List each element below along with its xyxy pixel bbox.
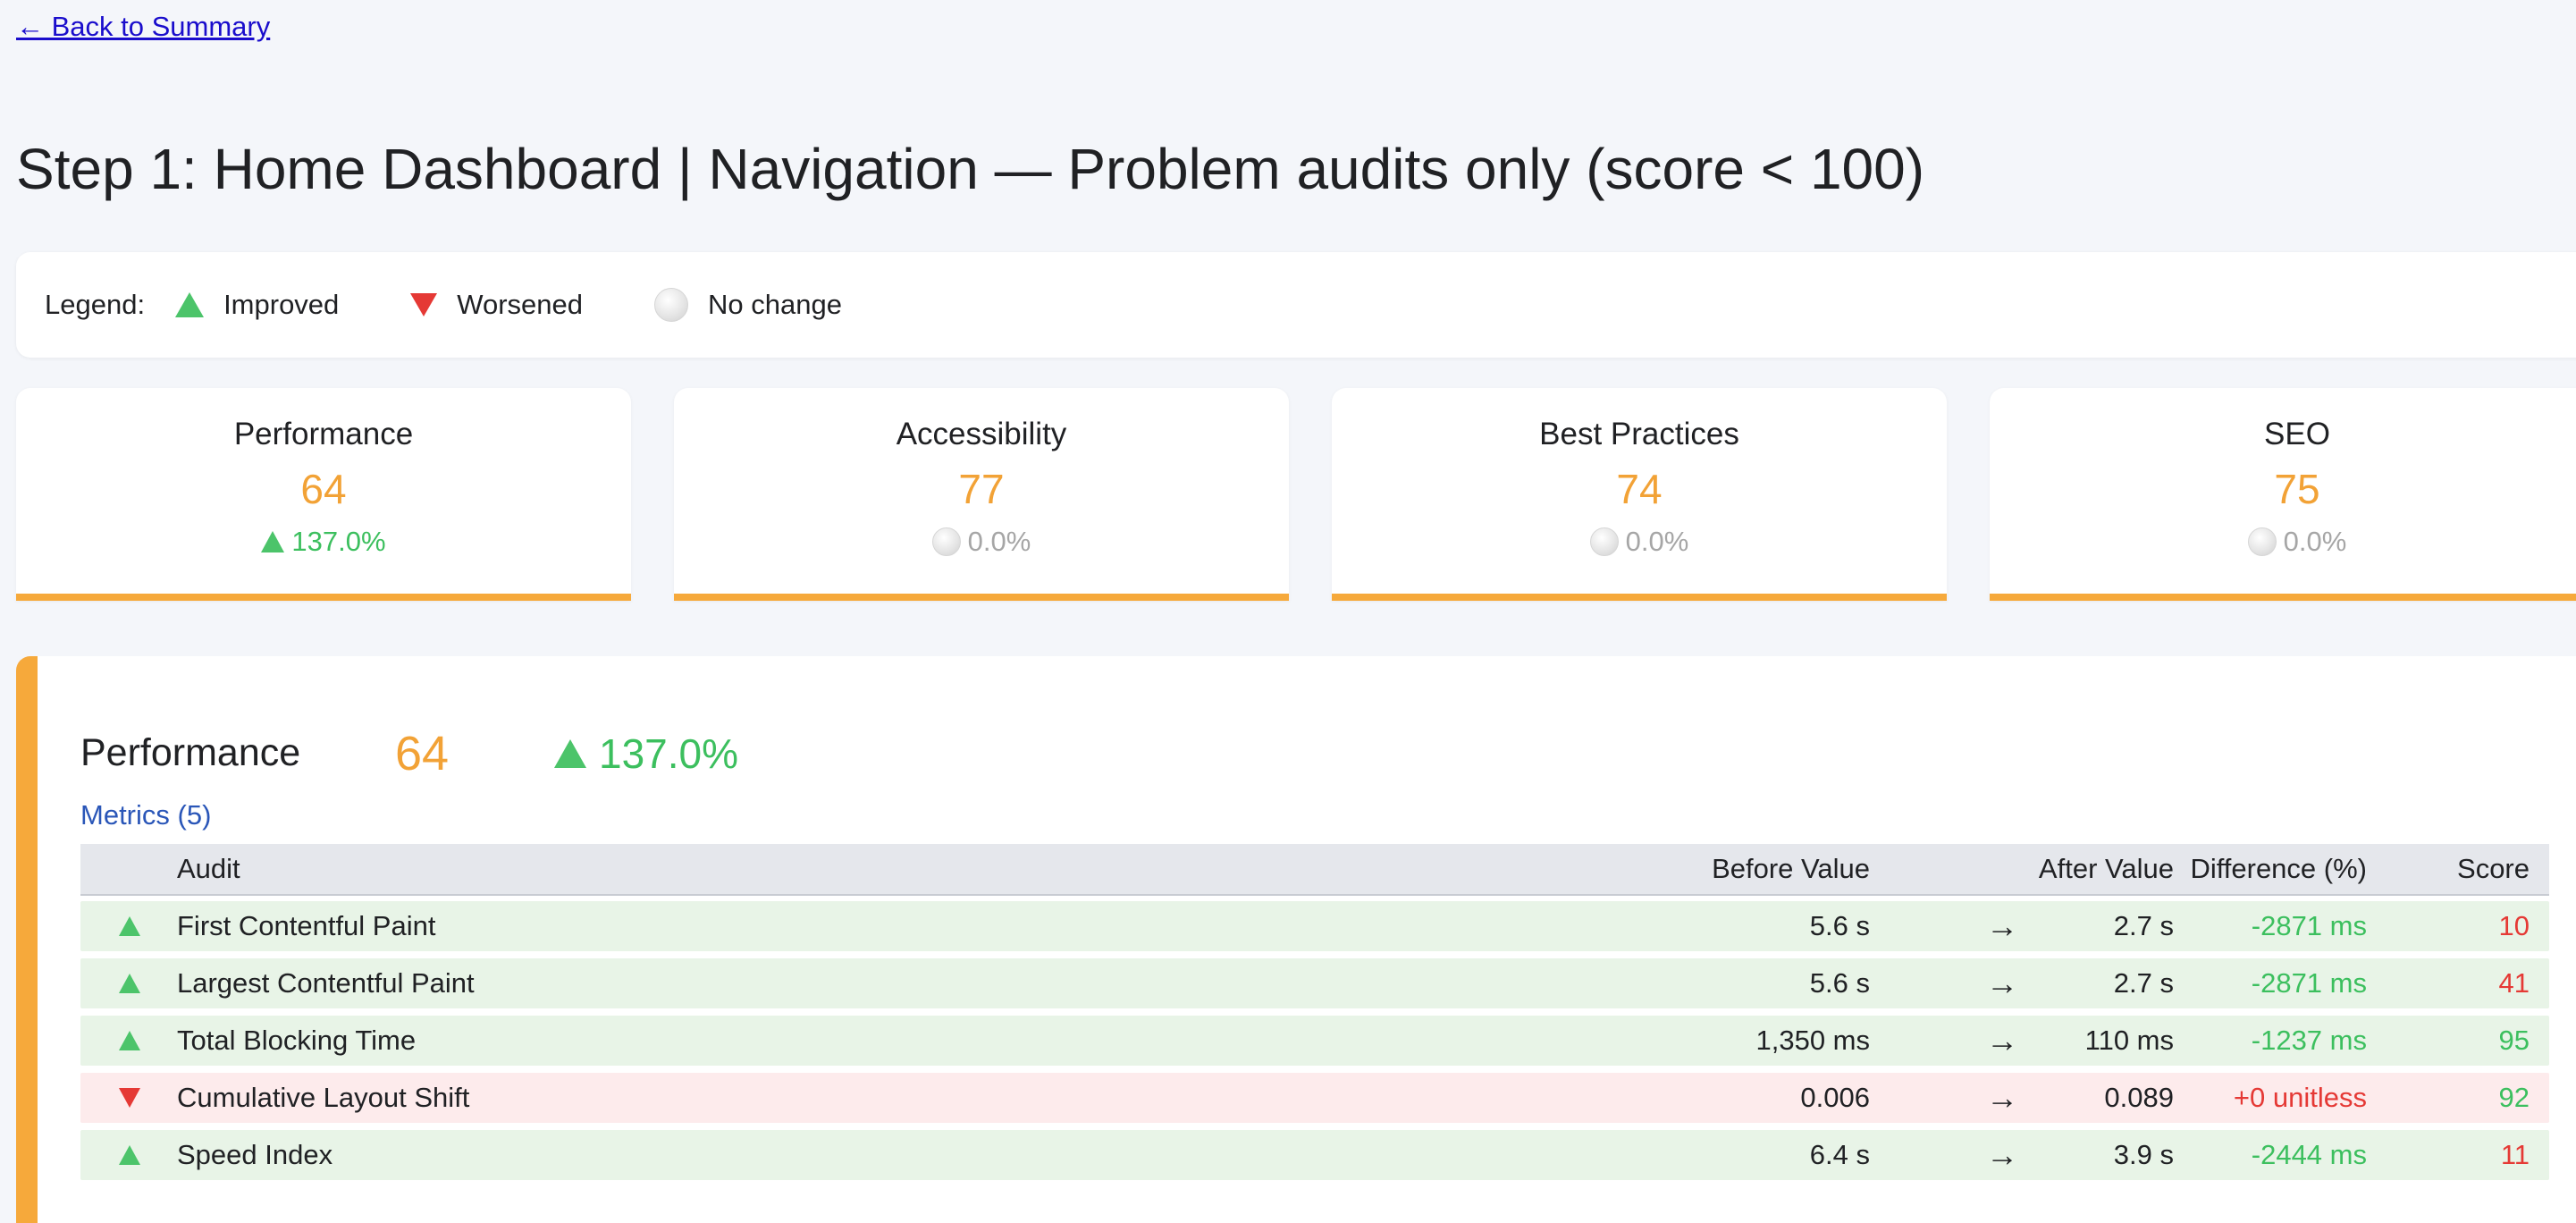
audit-name: First Contentful Paint <box>177 910 436 941</box>
score-value: 92 <box>2498 1082 2530 1113</box>
trend-indicator <box>116 1016 143 1066</box>
table-row[interactable]: Cumulative Layout Shift 0.006 → 0.089 +0… <box>80 1073 2549 1123</box>
legend-improved-label: Improved <box>223 289 340 320</box>
after-value: 3.9 s <box>2113 1139 2174 1170</box>
score-value: 11 <box>2500 1139 2530 1170</box>
right-arrow-icon: → <box>1986 907 2018 944</box>
card-name: SEO <box>2264 417 2330 451</box>
legend-worsened-label: Worsened <box>457 289 584 320</box>
table-row[interactable]: Total Blocking Time 1,350 ms → 110 ms -1… <box>80 1016 2549 1066</box>
audit-name: Total Blocking Time <box>177 1025 417 1056</box>
right-arrow-icon: → <box>1986 965 2018 1001</box>
improved-triangle-icon <box>554 739 586 768</box>
card-name: Performance <box>233 417 414 451</box>
card-seo[interactable]: SEO 75 0.0% <box>1990 388 2576 601</box>
performance-section: Performance 64 137.0% Metrics (5) Audit … <box>16 656 2576 1223</box>
table-row[interactable]: First Contentful Paint 5.6 s → 2.7 s -28… <box>80 901 2549 951</box>
legend-panel: Legend: Improved Worsened No change <box>16 252 2576 358</box>
page-title: Step 1: Home Dashboard | Navigation — Pr… <box>16 137 1925 201</box>
after-value: 2.7 s <box>2113 910 2174 941</box>
metrics-group-label[interactable]: Metrics (5) <box>80 799 211 831</box>
legend-label: Legend: <box>45 289 146 320</box>
category-cards: Performance 64 137.0% Accessibility 77 0… <box>16 388 2576 601</box>
after-value: 0.089 <box>2104 1082 2174 1113</box>
difference-value: -1237 ms <box>2251 1025 2367 1056</box>
column-header-before[interactable]: Before Value <box>1712 844 1870 894</box>
no-change-circle-icon <box>2247 527 2277 556</box>
card-name: Best Practices <box>1539 417 1739 451</box>
legend-item-no-change: No change <box>654 288 842 322</box>
card-best-practices[interactable]: Best Practices 74 0.0% <box>1332 388 1947 601</box>
audit-name: Largest Contentful Paint <box>177 967 475 999</box>
card-change: 0.0% <box>1990 526 2576 558</box>
before-value: 0.006 <box>1800 1082 1870 1113</box>
card-name: Accessibility <box>896 417 1067 451</box>
card-change-value: 137.0% <box>291 526 386 557</box>
card-change-value: 0.0% <box>1625 526 1689 557</box>
improved-triangle-icon <box>119 916 140 936</box>
legend-item-worsened: Worsened <box>410 289 583 321</box>
card-change-value: 0.0% <box>2283 526 2347 557</box>
legend-no-change-label: No change <box>708 289 842 320</box>
card-change-value: 0.0% <box>967 526 1031 557</box>
trend-indicator <box>116 1130 143 1180</box>
card-performance[interactable]: Performance 64 137.0% <box>16 388 631 601</box>
right-arrow-icon: → <box>1986 1136 2018 1173</box>
no-change-circle-icon <box>1589 527 1619 556</box>
section-change-value: 137.0% <box>599 730 739 777</box>
back-to-summary-link[interactable]: ← Back to Summary <box>16 11 270 43</box>
before-value: 1,350 ms <box>1755 1025 1870 1056</box>
column-header-after[interactable]: After Value <box>2039 844 2174 894</box>
difference-value: -2871 ms <box>2251 967 2367 999</box>
improved-triangle-icon <box>119 974 140 993</box>
section-title: Performance <box>80 731 301 774</box>
card-score: 74 <box>1616 466 1663 512</box>
improved-triangle-icon <box>119 1145 140 1165</box>
before-value: 6.4 s <box>1809 1139 1870 1170</box>
improved-triangle-icon <box>261 531 285 552</box>
score-value: 10 <box>2498 910 2530 941</box>
card-score: 77 <box>958 466 1005 512</box>
score-value: 41 <box>2498 967 2530 999</box>
after-value: 110 ms <box>2084 1025 2174 1056</box>
report-page: ← Back to Summary Step 1: Home Dashboard… <box>0 0 2576 1223</box>
score-value: 95 <box>2498 1025 2530 1056</box>
table-row[interactable]: Speed Index 6.4 s → 3.9 s -2444 ms 11 <box>80 1130 2549 1180</box>
section-change: 137.0% <box>554 730 738 778</box>
table-row[interactable]: Largest Contentful Paint 5.6 s → 2.7 s -… <box>80 958 2549 1008</box>
improved-triangle-icon <box>175 292 205 317</box>
column-header-audit[interactable]: Audit <box>177 844 240 894</box>
no-change-circle-icon <box>931 527 961 556</box>
legend-item-improved: Improved <box>175 289 339 321</box>
worsened-triangle-icon <box>410 293 438 316</box>
trend-indicator <box>116 958 143 1008</box>
difference-value: +0 unitless <box>2233 1082 2367 1113</box>
section-header: Performance 64 137.0% <box>80 724 1153 787</box>
trend-indicator <box>116 1073 143 1123</box>
card-score: 64 <box>300 466 347 512</box>
audit-name: Cumulative Layout Shift <box>177 1082 470 1113</box>
before-value: 5.6 s <box>1809 967 1870 999</box>
trend-indicator <box>116 901 143 951</box>
right-arrow-icon: → <box>1986 1022 2018 1059</box>
card-change: 0.0% <box>674 526 1289 558</box>
difference-value: -2871 ms <box>2251 910 2367 941</box>
column-header-difference[interactable]: Difference (%) <box>2190 844 2367 894</box>
card-accessibility[interactable]: Accessibility 77 0.0% <box>674 388 1289 601</box>
right-arrow-icon: → <box>1986 1079 2018 1116</box>
card-score: 75 <box>2274 466 2320 512</box>
after-value: 2.7 s <box>2113 967 2174 999</box>
before-value: 5.6 s <box>1809 910 1870 941</box>
card-change: 137.0% <box>16 526 631 558</box>
metrics-table: Audit Before Value After Value Differenc… <box>80 844 2549 1180</box>
column-header-score[interactable]: Score <box>2457 844 2530 894</box>
difference-value: -2444 ms <box>2251 1139 2367 1170</box>
section-score: 64 <box>395 727 450 780</box>
audit-name: Speed Index <box>177 1139 333 1170</box>
worsened-triangle-icon <box>119 1088 140 1108</box>
card-change: 0.0% <box>1332 526 1947 558</box>
improved-triangle-icon <box>119 1031 140 1050</box>
table-header: Audit Before Value After Value Differenc… <box>80 844 2549 896</box>
no-change-circle-icon <box>654 288 689 322</box>
